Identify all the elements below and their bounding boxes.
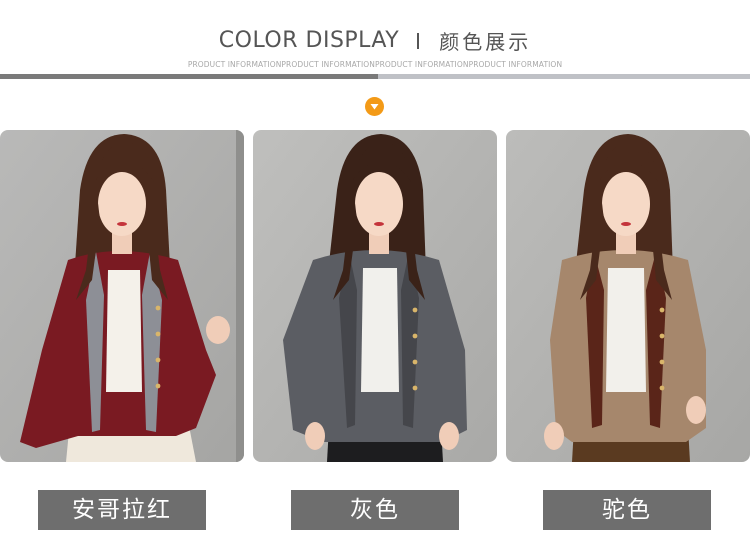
- title-english: COLOR DISPLAY: [218, 28, 400, 53]
- color-label-grey: 灰色: [291, 490, 459, 530]
- divider-light: [378, 74, 750, 79]
- subtitle-product-information: PRODUCT INFORMATIONPRODUCT INFORMATIONPR…: [187, 60, 563, 69]
- color-label-angora-red: 安哥拉红: [38, 490, 206, 530]
- color-label-camel: 驼色: [543, 490, 711, 530]
- section-header: COLOR DISPLAY 颜色展示 PRODUCT INFORMATIONPR…: [0, 0, 750, 80]
- product-photo-angora-red: [0, 130, 244, 462]
- product-photo-camel: [506, 130, 750, 462]
- divider-dark: [0, 74, 378, 79]
- title-separator: [417, 32, 420, 49]
- product-photo-grey: [253, 130, 497, 462]
- title-chinese: 颜色展示: [439, 30, 532, 54]
- title-row: COLOR DISPLAY 颜色展示: [0, 26, 750, 56]
- down-arrow-icon: [365, 97, 384, 116]
